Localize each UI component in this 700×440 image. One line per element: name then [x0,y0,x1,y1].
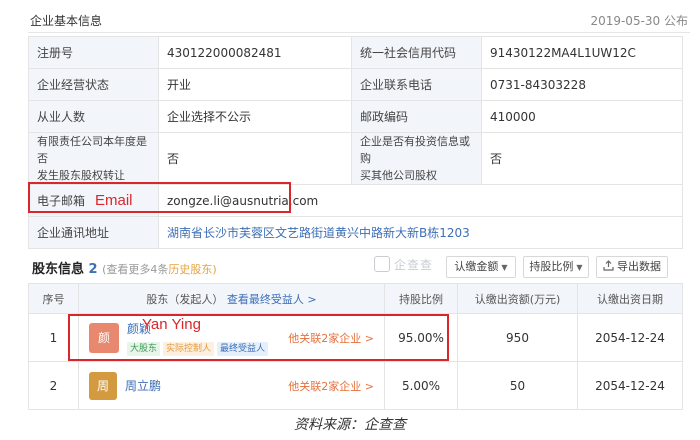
info-row: 企业经营状态 开业 企业联系电话 0731-84303228 [28,68,683,101]
address-link[interactable]: 湖南省长沙市芙蓉区文艺路街道黄兴中路新大新B栋1203 [158,216,683,249]
row-no: 2 [28,361,79,410]
info-row: 企业通讯地址 湖南省长沙市芙蓉区文艺路街道黄兴中路新大新B栋1203 [28,216,683,249]
address-label: 企业通讯地址 [28,216,159,249]
col-header-date: 认缴出资日期 [577,283,683,314]
sort-amount-button[interactable]: 认缴金额 ▼ [446,256,516,278]
phone-value: 0731-84303228 [481,68,683,101]
col-header-holder-label: 股东（发起人） [146,292,224,306]
name-annotation: Yan Ying [142,316,201,333]
sort-ratio-label: 持股比例 [529,260,574,273]
postcode-label: 邮政编码 [351,100,482,133]
col-header-no: 序号 [28,283,79,314]
status-value: 开业 [158,68,352,101]
chevron-down-icon: ▼ [576,263,583,272]
related-companies-link[interactable]: 他关联2家企业 > [288,378,374,394]
shareholders-title: 股东信息 2 (查看更多4条历史股东) [32,258,217,277]
invest-value: 否 [481,132,683,185]
amount-value: 950 [457,313,578,362]
publish-date: 2019-05-30 公布 [590,14,688,28]
invest-label-line2: 买其他公司股权 [360,169,437,182]
chevron-down-icon: ▼ [501,263,508,272]
shareholders-title-text: 股东信息 [32,262,85,277]
watermark-text: 企查查 [394,258,434,272]
credit-code-value: 91430122MA4L1UW12C [481,36,683,69]
export-label: 导出数据 [617,260,661,273]
col-header-amount: 认缴出资额(万元) [457,283,578,314]
invest-label: 企业是否有投资信息或购 买其他公司股权 [351,132,482,185]
history-shareholders-link[interactable]: 历史股东) [168,263,216,276]
reg-no-label: 注册号 [28,36,159,69]
date-value: 2054-12-24 [577,361,683,410]
transfer-label: 有限责任公司本年度是否 发生股东股权转让 [28,132,159,185]
sort-amount-label: 认缴金额 [454,260,499,273]
col-header-ratio: 持股比例 [384,283,458,314]
col-header-holder: 股东（发起人） 查看最终受益人 > [78,283,385,314]
status-label: 企业经营状态 [28,68,159,101]
reg-no-value: 430122000082481 [158,36,352,69]
date-value: 2054-12-24 [577,313,683,362]
source-caption: 资料来源：企查查 [294,417,406,433]
employees-value: 企业选择不公示 [158,100,352,133]
holder-name-link[interactable]: 周立鹏 [125,377,288,394]
more-shareholders-link[interactable]: (查看更多4条 [102,263,168,276]
employees-label: 从业人数 [28,100,159,133]
transfer-label-line1: 有限责任公司本年度是否 [37,135,147,165]
qichacha-logo-icon [374,256,390,272]
postcode-value: 410000 [481,100,683,133]
email-highlight-box [28,182,291,213]
table-header-row: 序号 股东（发起人） 查看最终受益人 > 持股比例 认缴出资额(万元) 认缴出资… [28,283,683,314]
table-row: 2 周 周立鹏 他关联2家企业 > 5.00% 50 2054-12-24 [28,361,683,410]
export-data-button[interactable]: 导出数据 [596,256,668,278]
section-title: 企业基本信息 [30,14,103,28]
transfer-value: 否 [158,132,352,185]
shareholder-highlight-box [68,314,449,361]
phone-label: 企业联系电话 [351,68,482,101]
header-divider [28,32,690,33]
shareholders-count: 2 [88,262,98,277]
avatar: 周 [89,371,117,400]
info-row: 有限责任公司本年度是否 发生股东股权转让 否 企业是否有投资信息或购 买其他公司… [28,132,683,185]
export-icon [603,260,614,271]
invest-label-line1: 企业是否有投资信息或购 [360,135,470,165]
ratio-value: 5.00% [384,361,458,410]
sort-ratio-button[interactable]: 持股比例 ▼ [523,256,589,278]
qichacha-watermark: 企查查 [374,256,433,273]
view-beneficiary-link[interactable]: 查看最终受益人 > [227,293,317,306]
amount-value: 50 [457,361,578,410]
holder-cell: 周 周立鹏 他关联2家企业 > [78,361,385,410]
email-annotation: Email [95,192,133,209]
credit-code-label: 统一社会信用代码 [351,36,482,69]
info-row: 注册号 430122000082481 统一社会信用代码 91430122MA4… [28,36,683,69]
info-row: 从业人数 企业选择不公示 邮政编码 410000 [28,100,683,133]
basic-info-table: 注册号 430122000082481 统一社会信用代码 91430122MA4… [28,36,683,249]
